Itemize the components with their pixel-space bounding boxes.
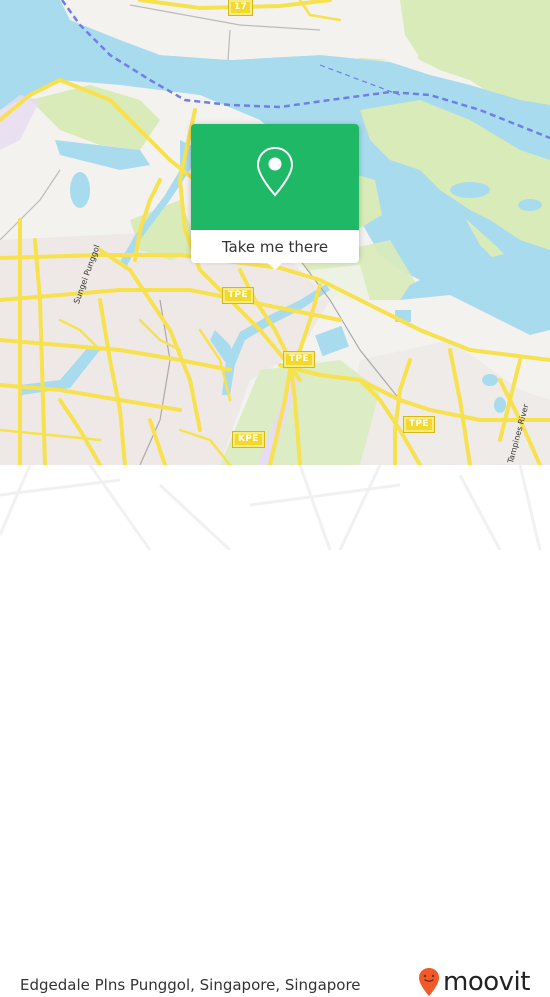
- moovit-wordmark: moovit: [443, 967, 530, 997]
- popup-header: [191, 124, 359, 230]
- destination-popup: Take me there: [191, 124, 359, 270]
- road-shield-tpe: TPE: [222, 287, 254, 304]
- place-name: Edgedale Plns Punggol, Singapore, Singap…: [20, 976, 361, 994]
- moovit-logo[interactable]: moovit: [418, 967, 530, 997]
- road-shield-tpe: TPE: [403, 416, 435, 433]
- road-shield-tpe: TPE: [283, 351, 315, 368]
- map-view[interactable]: 17 TPE TPE TPE KPE Sungei Punggol Tampin…: [0, 0, 550, 465]
- road-shield-17: 17: [227, 0, 254, 16]
- popup-pointer: [267, 262, 283, 270]
- footer: Edgedale Plns Punggol, Singapore, Singap…: [0, 465, 550, 996]
- road-shield-kpe: KPE: [232, 431, 265, 448]
- take-me-there-button[interactable]: Take me there: [191, 230, 359, 263]
- footer-background-pattern: [0, 465, 542, 550]
- moovit-pin-icon: [419, 968, 439, 996]
- location-pin-icon: [256, 146, 294, 197]
